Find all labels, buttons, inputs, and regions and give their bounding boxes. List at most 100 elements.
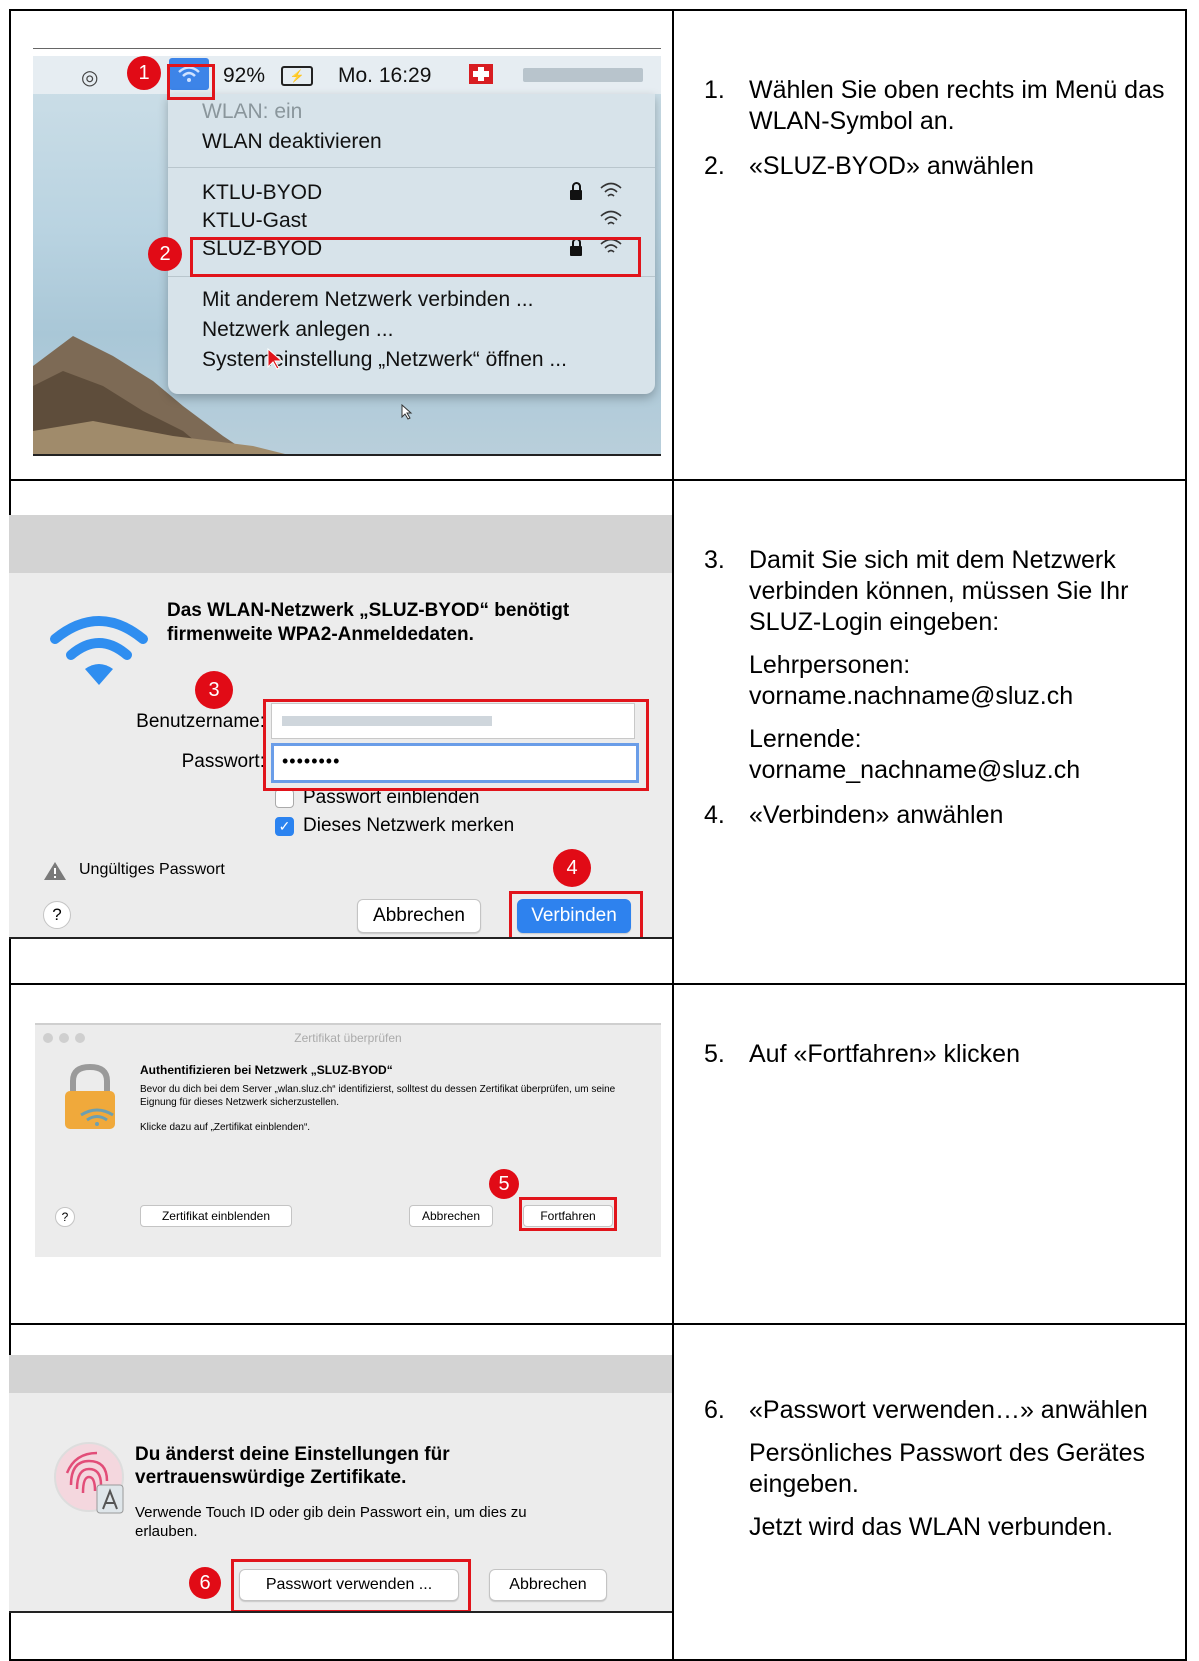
remember-network-label: Dieses Netzwerk merken <box>303 815 515 836</box>
touch-id-dialog: Du änderst deine Einstellungen für vertr… <box>9 1355 672 1611</box>
screenshot-cell: ◎ 92% ⚡ Mo. 16:29 WLAN: ein WLAN deaktiv… <box>9 11 672 481</box>
dialog-heading: Das WLAN-Netzwerk „SLUZ-BYOD“ benötigt f… <box>167 600 570 645</box>
screenshot-cell: Du änderst deine Einstellungen für vertr… <box>9 1325 672 1659</box>
flag-icon[interactable] <box>469 64 493 84</box>
table-row: Du änderst deine Einstellungen für vertr… <box>9 1323 1187 1661</box>
highlight-box <box>167 64 215 100</box>
wifi-large-icon <box>50 616 148 685</box>
battery-icon[interactable]: ⚡ <box>281 66 313 86</box>
dialog-titlebar <box>9 1355 672 1393</box>
cancel-button[interactable]: Abbrechen <box>489 1569 607 1601</box>
instruction-table: ◎ 92% ⚡ Mo. 16:29 WLAN: ein WLAN deaktiv… <box>9 9 1187 1661</box>
help-button[interactable]: ? <box>43 901 71 929</box>
step-text: «SLUZ-BYOD» anwählen <box>749 152 1034 180</box>
help-button[interactable]: ? <box>55 1207 75 1227</box>
battery-percent: 92% <box>223 64 266 87</box>
screenshot-cell: Das WLAN-Netzwerk „SLUZ-BYOD“ benötigt f… <box>9 481 672 985</box>
step-number: 6. <box>704 1396 725 1424</box>
step-text: «Verbinden» anwählen <box>749 801 1004 829</box>
show-certificate-button[interactable]: Zertifikat einblenden <box>140 1205 292 1227</box>
step-text: Auf «Fortfahren» klicken <box>749 1040 1020 1068</box>
step-number: 1. <box>704 76 725 104</box>
username-label: Benutzername: <box>136 711 265 732</box>
step-text: Wählen Sie oben rechts im Menü das WLAN-… <box>749 76 1165 135</box>
lock-icon <box>570 182 582 200</box>
warning-icon <box>44 862 66 880</box>
wifi-toggle-item[interactable]: WLAN deaktivieren <box>202 130 382 154</box>
network-item[interactable]: KTLU-BYOD <box>202 181 322 205</box>
step-badge: 3 <box>195 671 233 709</box>
teachers-login-format: vorname.nachname@sluz.ch <box>749 682 1074 710</box>
screenshot-cell: Zertifikat überprüfen Authentifizieren b… <box>9 985 672 1325</box>
dialog-heading: Du änderst deine Einstellungen für vertr… <box>135 1444 450 1488</box>
table-row: Zertifikat überprüfen Authentifizieren b… <box>9 983 1187 1325</box>
window-title: Zertifikat überprüfen <box>294 1031 402 1045</box>
step-item: 2. «SLUZ-BYOD» anwählen <box>704 151 1174 182</box>
show-password-checkbox[interactable] <box>275 789 294 808</box>
instruction-cell: 3. Damit Sie sich mit dem Netzwerk verbi… <box>674 481 1187 985</box>
step-number: 2. <box>704 152 725 180</box>
step-note: Jetzt wird das WLAN verbunden. <box>749 1513 1114 1541</box>
highlight-box <box>509 891 643 937</box>
highlight-box <box>519 1197 617 1231</box>
dialog-body: Verwende Touch ID oder gib dein Passwort… <box>135 1504 527 1540</box>
step-badge: 1 <box>127 56 161 90</box>
step-item: 3. Damit Sie sich mit dem Netzwerk verbi… <box>704 545 1174 786</box>
instruction-cell: 6. «Passwort verwenden…» anwählen Persön… <box>674 1325 1187 1659</box>
network-item[interactable]: KTLU-Gast <box>202 209 307 233</box>
students-label: Lernende: <box>749 725 862 753</box>
cursor-icon <box>267 347 284 370</box>
table-row: Das WLAN-Netzwerk „SLUZ-BYOD“ benötigt f… <box>9 479 1187 985</box>
step-note: Persönliches Passwort des Gerätes eingeb… <box>749 1439 1146 1498</box>
dialog-heading: Authentifizieren bei Netzwerk „SLUZ-BYOD… <box>140 1063 393 1077</box>
menu-separator <box>168 167 655 168</box>
dialog-body: Bevor du dich bei dem Server „wlan.sluz.… <box>140 1084 616 1108</box>
wpa2-login-dialog: Das WLAN-Netzwerk „SLUZ-BYOD“ benötigt f… <box>9 515 672 937</box>
highlight-box <box>263 699 649 791</box>
dialog-titlebar <box>9 515 672 573</box>
creative-cloud-icon[interactable]: ◎ <box>81 65 98 90</box>
step-number: 5. <box>704 1040 725 1068</box>
cancel-button[interactable]: Abbrechen <box>409 1205 493 1227</box>
step-text: Damit Sie sich mit dem Netzwerk verbinde… <box>749 546 1129 636</box>
step-number: 4. <box>704 801 725 829</box>
password-label: Passwort: <box>181 751 265 772</box>
step-number: 3. <box>704 546 725 574</box>
instruction-list: 6. «Passwort verwenden…» anwählen Persön… <box>704 1395 1174 1557</box>
menu-clock[interactable]: Mo. 16:29 <box>338 64 431 88</box>
step-badge: 6 <box>189 1567 221 1599</box>
step-item: 1. Wählen Sie oben rechts im Menü das WL… <box>704 75 1174 137</box>
instruction-cell: 1. Wählen Sie oben rechts im Menü das WL… <box>674 11 1187 481</box>
instruction-cell: 5. Auf «Fortfahren» klicken <box>674 985 1187 1325</box>
step-item: 6. «Passwort verwenden…» anwählen Persön… <box>704 1395 1174 1543</box>
students-login-format: vorname_nachname@sluz.ch <box>749 756 1081 784</box>
fingerprint-icon <box>54 1442 124 1514</box>
lock-wifi-icon <box>65 1063 115 1129</box>
wifi-signal-icon <box>600 182 622 197</box>
certificate-dialog: Zertifikat überprüfen Authentifizieren b… <box>35 1023 661 1257</box>
dialog-hint: Klicke dazu auf „Zertifikat einblenden“. <box>140 1122 311 1133</box>
wifi-status: WLAN: ein <box>202 100 303 123</box>
step-badge: 5 <box>489 1169 519 1199</box>
network-prefs-item[interactable]: Systemeinstellung „Netzwerk“ öffnen ... <box>202 348 567 372</box>
wifi-signal-icon <box>600 210 622 225</box>
instruction-list: 5. Auf «Fortfahren» klicken <box>704 1039 1174 1084</box>
instruction-list: 1. Wählen Sie oben rechts im Menü das WL… <box>704 75 1174 196</box>
instruction-list: 3. Damit Sie sich mit dem Netzwerk verbi… <box>704 545 1174 845</box>
step-text: «Passwort verwenden…» anwählen <box>749 1396 1148 1424</box>
remember-network-checkbox[interactable]: ✓ <box>275 817 294 836</box>
step-item: 5. Auf «Fortfahren» klicken <box>704 1039 1174 1070</box>
other-network-item[interactable]: Mit anderem Netzwerk verbinden ... <box>202 288 533 312</box>
step-item: 4. «Verbinden» anwählen <box>704 800 1174 831</box>
highlight-box <box>190 237 641 277</box>
highlight-box <box>231 1559 471 1611</box>
step-badge: 2 <box>148 237 182 271</box>
table-row: ◎ 92% ⚡ Mo. 16:29 WLAN: ein WLAN deaktiv… <box>9 9 1187 481</box>
wifi-menu-screenshot: ◎ 92% ⚡ Mo. 16:29 WLAN: ein WLAN deaktiv… <box>33 48 661 456</box>
teachers-label: Lehrpersonen: <box>749 651 911 679</box>
mouse-pointer-icon <box>401 404 413 420</box>
create-network-item[interactable]: Netzwerk anlegen ... <box>202 318 393 342</box>
error-message: Ungültiges Passwort <box>79 861 225 878</box>
username-blurred[interactable] <box>523 68 643 82</box>
cancel-button[interactable]: Abbrechen <box>357 899 481 933</box>
